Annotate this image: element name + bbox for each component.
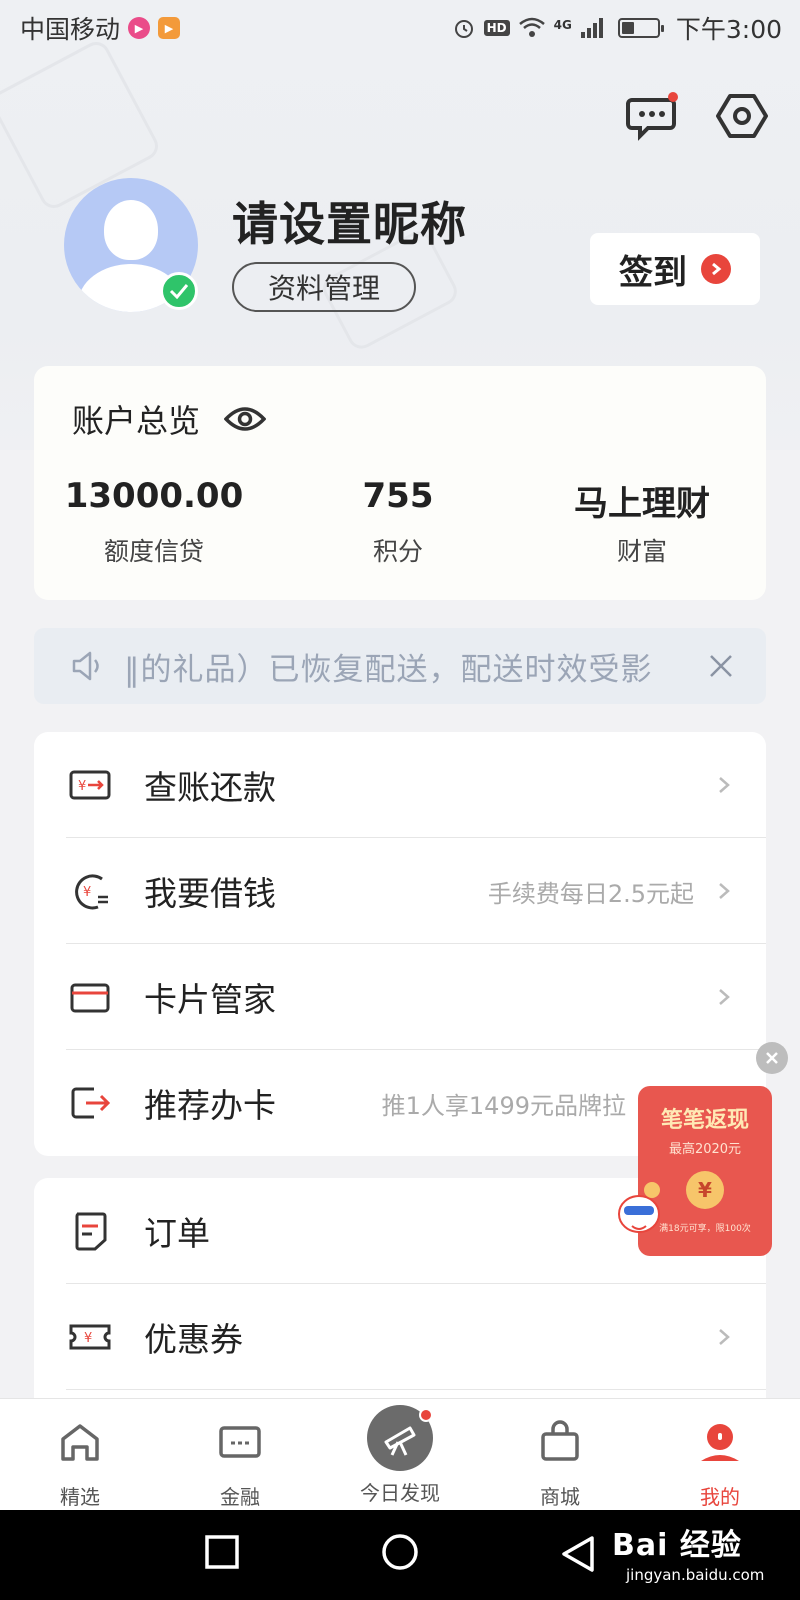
tab-mine[interactable]: 我的 — [640, 1399, 800, 1511]
unread-dot — [668, 92, 678, 102]
home-button-icon[interactable] — [380, 1534, 420, 1574]
coin-icon: ¥ — [686, 1171, 724, 1209]
svg-text:¥: ¥ — [84, 1331, 92, 1346]
mascot-icon — [618, 1182, 660, 1233]
svg-text:¥: ¥ — [83, 885, 91, 900]
speaker-icon — [72, 651, 99, 681]
carrier-label: 中国移动 — [20, 15, 121, 44]
menu-item-borrow[interactable]: ¥ 我要借钱 手续费每日2.5元起 — [34, 838, 766, 944]
player-app-icon: ▶ — [158, 17, 181, 39]
alarm-icon — [454, 20, 473, 38]
divider — [66, 1389, 766, 1390]
menu-label: 查账还款 — [144, 768, 276, 807]
tab-label: 商城 — [540, 1485, 580, 1509]
watermark-url: jingyan.baidu.com — [626, 1566, 765, 1584]
tab-label: 今日发现 — [360, 1481, 440, 1505]
promo-title: 笔笔返现 — [660, 1108, 749, 1133]
baidu-jingyan-watermark: Bai 经验 — [612, 1528, 742, 1563]
account-item-wealth[interactable]: 马上理财 财富 — [522, 476, 762, 568]
menu-hint: 推1人享1499元品牌拉 — [381, 1091, 626, 1120]
chevron-right-icon — [719, 1329, 730, 1345]
account-overview-card: 账户总览 13000.00 额度信贷 755 积分 马上理财 财富 — [34, 366, 766, 600]
order-icon — [75, 1212, 107, 1251]
back-icon[interactable] — [560, 1534, 596, 1574]
notice-bar[interactable]: ‖的礼品）已恢复配送，配送时效受影 — [34, 628, 766, 704]
tab-mall[interactable]: 商城 — [480, 1399, 640, 1511]
menu-label: 卡片管家 — [144, 980, 276, 1019]
share-exit-icon — [71, 1087, 111, 1119]
account-item-credit[interactable]: 13000.00 额度信贷 — [34, 476, 274, 568]
hd-badge: HD — [483, 20, 510, 36]
chevron-right-icon — [719, 989, 730, 1005]
avatar-head — [104, 200, 158, 260]
gear-icon — [716, 94, 768, 138]
close-icon — [766, 1052, 778, 1064]
account-item-points[interactable]: 755 积分 — [278, 476, 518, 568]
tab-label: 我的 — [700, 1485, 740, 1509]
tab-featured[interactable]: 精选 — [0, 1399, 160, 1511]
account-overview-title: 账户总览 — [72, 396, 267, 442]
signin-label: 签到 — [619, 252, 687, 293]
credit-value: 13000.00 — [64, 476, 244, 516]
menu-label: 推荐办卡 — [144, 1086, 276, 1125]
tab-label: 金融 — [220, 1485, 260, 1509]
menu-hint: 手续费每日2.5元起 — [487, 879, 694, 908]
menu-label: 我要借钱 — [144, 874, 276, 913]
menu-label: 优惠券 — [144, 1320, 243, 1359]
network-type: 4G — [553, 18, 572, 32]
points-value: 755 — [362, 476, 434, 516]
menu-label: 订单 — [144, 1214, 210, 1253]
promo-subtitle: 最高2020元 — [668, 1142, 742, 1157]
card-icon — [70, 983, 110, 1013]
message-button[interactable] — [624, 88, 680, 144]
eye-icon[interactable] — [224, 405, 267, 433]
telescope-icon — [384, 1426, 416, 1456]
menu-item-coupons[interactable]: ¥ 优惠券 — [34, 1284, 766, 1390]
wealth-value: 马上理财 — [574, 484, 710, 524]
signin-button[interactable]: 签到 — [590, 233, 760, 305]
points-label: 积分 — [372, 537, 423, 566]
discover-badge-dot — [419, 1408, 433, 1422]
svg-text:¥: ¥ — [78, 779, 86, 794]
account-title-text: 账户总览 — [72, 402, 201, 440]
battery-icon — [617, 18, 664, 38]
verified-check-icon — [160, 272, 198, 310]
shopping-bag-icon — [541, 1420, 579, 1461]
chevron-right-icon — [719, 777, 730, 793]
chevron-right-icon — [719, 883, 730, 899]
promo-close-button[interactable] — [756, 1042, 788, 1074]
clock: 下午3:00 — [675, 15, 782, 44]
nickname[interactable]: 请设置昵称 — [232, 188, 467, 254]
bill-icon: ¥ — [69, 770, 111, 800]
tab-label: 精选 — [60, 1485, 100, 1509]
coupon-icon: ¥ — [69, 1324, 111, 1350]
user-icon — [701, 1424, 739, 1461]
status-bar: 中国移动 ▶ ▶ HD 4G 下午3:00 — [0, 0, 800, 56]
tab-finance[interactable]: 金融 — [160, 1399, 320, 1511]
wealth-label: 财富 — [616, 537, 667, 566]
settings-button[interactable] — [714, 88, 770, 144]
notice-text: ‖的礼品）已恢复配送，配送时效受影 — [124, 651, 653, 688]
home-icon — [61, 1424, 99, 1461]
loan-icon: ¥ — [75, 874, 108, 910]
profile-management-button[interactable]: 资料管理 — [232, 262, 416, 312]
recent-apps-icon[interactable] — [204, 1534, 240, 1570]
signal-icon — [580, 18, 603, 38]
wifi-icon — [518, 17, 545, 37]
credit-label: 额度信贷 — [103, 537, 204, 566]
video-app-icon: ▶ — [128, 17, 151, 39]
menu-item-card-manager[interactable]: 卡片管家 — [34, 944, 766, 1050]
close-icon[interactable] — [706, 651, 736, 681]
chevron-right-icon — [701, 254, 731, 284]
menu-item-bill-repay[interactable]: ¥ 查账还款 — [34, 732, 766, 838]
wallet-card-icon — [219, 1426, 261, 1458]
